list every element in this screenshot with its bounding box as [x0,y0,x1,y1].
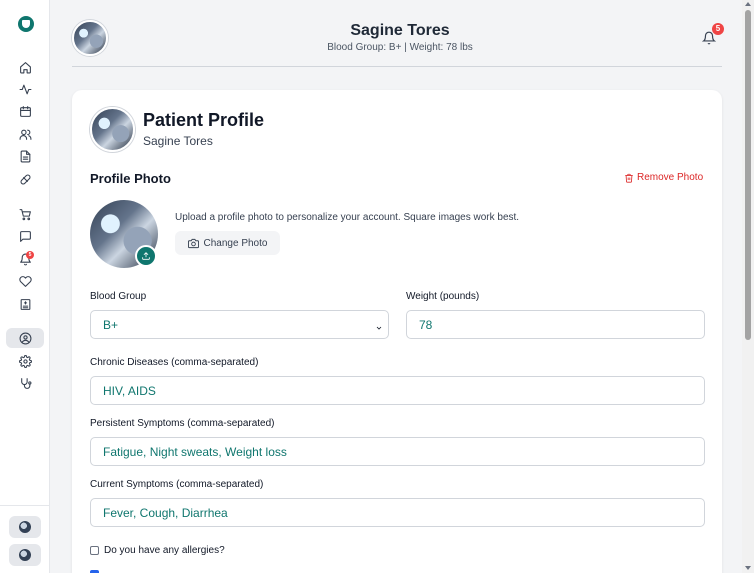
current-symptoms-label: Current Symptoms (comma-separated) [90,479,264,490]
blood-group-value: B+ [103,317,119,332]
profile-avatar [90,107,135,152]
change-photo-label: Change Photo [203,237,268,249]
change-photo-button[interactable]: Change Photo [175,231,280,255]
scroll-down-icon[interactable] [745,566,751,570]
page-scrollbar[interactable] [742,0,754,573]
sidebar-user-avatar[interactable] [9,516,41,538]
sidebar-account-avatar[interactable] [9,544,41,566]
chevron-down-icon [375,321,383,330]
weight-label: Weight (pounds) [406,291,480,302]
allergies-label: Do you have any allergies? [104,545,225,556]
user-circle-icon[interactable] [17,330,33,346]
persistent-symptoms-input[interactable]: Fatigue, Night sweats, Weight loss [90,437,705,466]
weight-value: 78 [419,317,433,332]
app-logo[interactable] [18,16,34,32]
chronic-diseases-value: HIV, AIDS [103,383,156,398]
settings-icon[interactable] [17,353,33,369]
weight-input[interactable]: 78 [406,310,705,339]
home-icon[interactable] [17,59,33,75]
activity-icon[interactable] [17,81,33,97]
upload-photo-button[interactable] [135,245,157,267]
scroll-up-icon[interactable] [745,2,751,6]
sidebar-divider [0,505,50,506]
scrollbar-thumb[interactable] [745,10,751,340]
cart-icon[interactable] [17,206,33,222]
blood-group-label: Blood Group [90,291,147,302]
nav-notification-badge: 5 [26,251,34,259]
profile-name: Sagine Tores [143,134,213,148]
persistent-symptoms-value: Fatigue, Night sweats, Weight loss [103,444,287,459]
current-symptoms-value: Fever, Cough, Diarrhea [103,505,228,520]
header-patient-summary: Blood Group: B+ | Weight: 78 lbs [327,42,473,53]
message-icon[interactable] [17,228,33,244]
remove-photo-button[interactable]: Remove Photo [624,172,703,183]
stethoscope-icon[interactable] [17,375,33,391]
upload-hint: Upload a profile photo to personalize yo… [175,212,520,223]
persistent-symptoms-label: Persistent Symptoms (comma-separated) [90,418,275,429]
profile-photo-heading: Profile Photo [90,171,171,186]
upload-icon [142,252,150,260]
chronic-diseases-input[interactable]: HIV, AIDS [90,376,705,405]
chronic-diseases-label: Chronic Diseases (comma-separated) [90,357,259,368]
current-symptoms-input[interactable]: Fever, Cough, Diarrhea [90,498,705,527]
heart-icon[interactable] [17,273,33,289]
users-icon[interactable] [17,126,33,142]
file-text-icon[interactable] [17,148,33,164]
header-divider [72,66,722,67]
pill-icon[interactable] [17,171,33,187]
hospital-icon[interactable] [17,296,33,312]
sidebar: 5 [0,0,50,573]
page-title: Patient Profile [143,110,265,130]
header-patient-name: Sagine Tores [350,22,450,39]
header-avatar[interactable] [72,20,108,56]
blood-group-select[interactable]: B+ [90,310,389,339]
remove-photo-label: Remove Photo [637,172,704,183]
allergies-checkbox[interactable] [90,546,99,555]
notification-count-badge: 5 [712,23,724,35]
trash-icon [625,173,633,183]
camera-icon [187,238,199,248]
calendar-icon[interactable] [17,103,33,119]
